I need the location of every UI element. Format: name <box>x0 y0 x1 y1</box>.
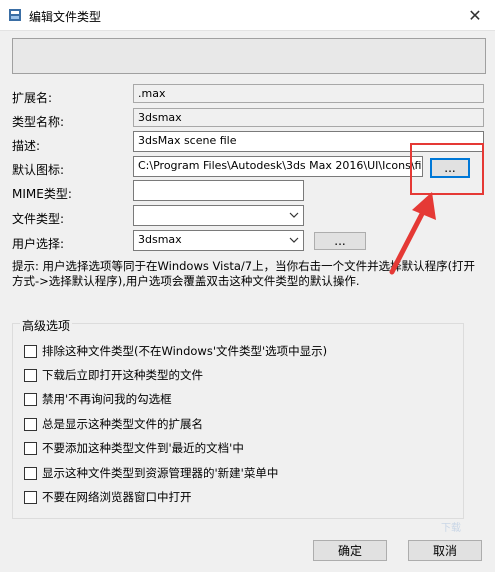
option-row[interactable]: 禁用'不再询问我的勾选框 <box>24 391 172 407</box>
user-choice-browse-button[interactable]: ... <box>314 232 366 250</box>
close-icon: ✕ <box>468 5 482 25</box>
advanced-options-title: 高级选项 <box>20 317 73 334</box>
watermark: 下载 <box>441 523 461 534</box>
option-row[interactable]: 显示这种文件类型到资源管理器的'新建'菜单中 <box>24 465 278 481</box>
default-icon-label: 默认图标: <box>12 163 65 177</box>
type-name-field: 3dsmax <box>133 108 484 127</box>
option-label: 下载后立即打开这种类型的文件 <box>42 368 203 382</box>
description-label: 描述: <box>12 139 41 153</box>
option-row[interactable]: 总是显示这种类型文件的扩展名 <box>24 416 203 432</box>
checkbox[interactable] <box>24 344 37 358</box>
title-bar: 编辑文件类型 ✕ <box>0 0 495 31</box>
cancel-button[interactable]: 取消 <box>408 540 482 561</box>
description-field[interactable]: 3dsMax scene file <box>133 131 484 152</box>
extension-field: .max <box>133 84 484 103</box>
extension-label: 扩展名: <box>12 91 53 105</box>
file-type-label: 文件类型: <box>12 212 65 226</box>
chevron-down-icon <box>289 212 299 218</box>
mime-field[interactable] <box>133 180 304 201</box>
mime-label: MIME类型: <box>12 187 72 201</box>
icon-browse-button[interactable]: ... <box>430 158 470 178</box>
checkbox[interactable] <box>24 368 37 382</box>
checkbox[interactable] <box>24 392 37 406</box>
option-label: 禁用'不再询问我的勾选框 <box>42 392 172 406</box>
option-row[interactable]: 不要在网络浏览器窗口中打开 <box>24 489 192 505</box>
option-row[interactable]: 排除这种文件类型(不在Windows'文件类型'选项中显示) <box>24 343 327 359</box>
user-choice-select[interactable]: 3dsmax <box>133 230 304 251</box>
checkbox[interactable] <box>24 417 37 431</box>
app-icon <box>9 9 21 21</box>
file-type-select[interactable] <box>133 205 304 226</box>
ok-button[interactable]: 确定 <box>313 540 387 561</box>
default-icon-path-field[interactable]: C:\Program Files\Autodesk\3ds Max 2016\U… <box>133 156 423 177</box>
header-banner <box>12 38 486 74</box>
window-title: 编辑文件类型 <box>29 10 102 24</box>
red-arrow-icon <box>389 192 436 275</box>
option-row[interactable]: 不要添加这种类型文件到'最近的文档'中 <box>24 440 244 456</box>
checkbox[interactable] <box>24 466 37 480</box>
option-label: 总是显示这种类型文件的扩展名 <box>42 417 203 431</box>
checkbox[interactable] <box>24 441 37 455</box>
user-choice-value: 3dsmax <box>138 233 182 246</box>
user-choice-label: 用户选择: <box>12 237 65 251</box>
option-label: 显示这种文件类型到资源管理器的'新建'菜单中 <box>42 466 279 480</box>
option-label: 不要添加这种类型文件到'最近的文档'中 <box>42 441 244 455</box>
option-label: 排除这种文件类型(不在Windows'文件类型'选项中显示) <box>42 344 328 358</box>
option-row[interactable]: 下载后立即打开这种类型的文件 <box>24 367 203 383</box>
close-button[interactable]: ✕ <box>455 0 495 30</box>
chevron-down-icon <box>289 237 299 243</box>
checkbox[interactable] <box>24 490 37 504</box>
option-label: 不要在网络浏览器窗口中打开 <box>42 490 192 504</box>
type-name-label: 类型名称: <box>12 115 65 129</box>
